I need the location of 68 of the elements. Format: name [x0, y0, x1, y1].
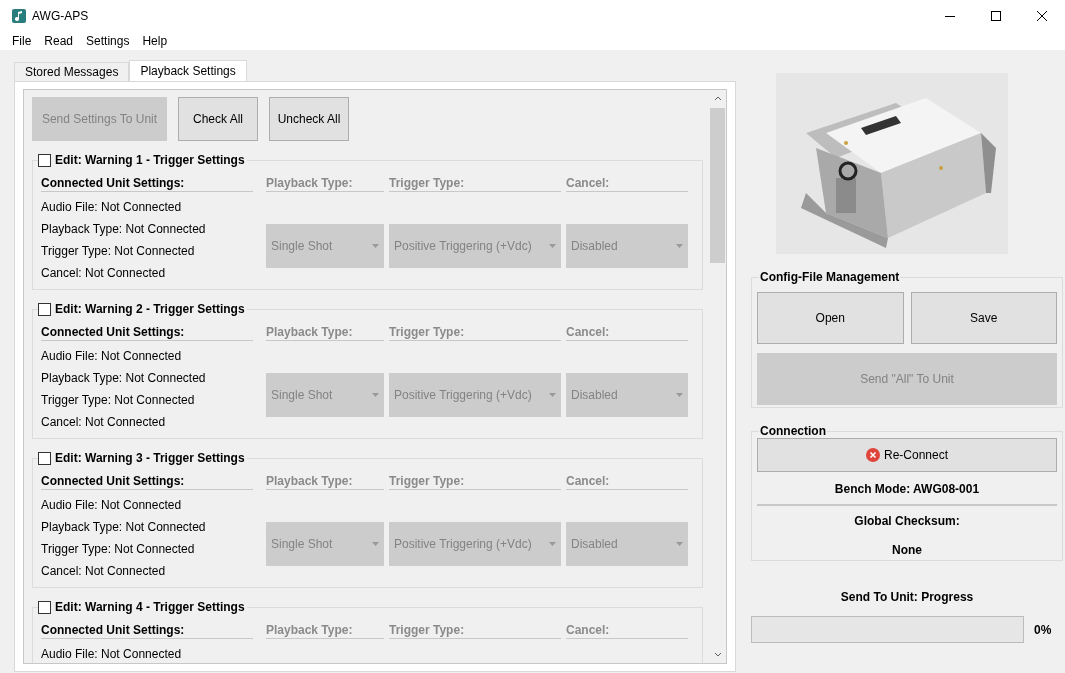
status-text: Cancel: Not Connected — [41, 265, 167, 281]
push-button[interactable]: Open — [757, 292, 904, 344]
section-heading: Connected Unit Settings: — [41, 621, 253, 639]
column-heading: Playback Type: — [266, 174, 384, 192]
section-heading: Connected Unit Settings: — [41, 472, 253, 490]
status-text: Trigger Type: Not Connected — [41, 392, 196, 408]
section-heading: Connected Unit Settings: — [41, 323, 253, 341]
status-text: Audio File: Not Connected — [41, 646, 183, 662]
group-title: Edit: Warning 1 - Trigger Settings — [55, 152, 245, 169]
group-title: Edit: Warning 3 - Trigger Settings — [55, 450, 245, 467]
caret-icon — [676, 393, 683, 397]
checkbox[interactable] — [38, 153, 51, 167]
scroll-thumb[interactable] — [710, 108, 725, 263]
column-heading: Trigger Type: — [389, 621, 561, 639]
group-title: Edit: Warning 4 - Trigger Settings — [55, 599, 245, 616]
reconnect-button[interactable]: Re-Connect — [757, 438, 1057, 472]
caret-icon — [676, 244, 683, 248]
menu-item[interactable]: Help — [142, 31, 168, 50]
status-text: Audio File: Not Connected — [41, 348, 183, 364]
checkbox[interactable] — [38, 600, 51, 614]
app-icon — [12, 9, 26, 23]
status-text: Playback Type: Not Connected — [41, 519, 207, 535]
column-heading: Playback Type: — [266, 621, 384, 639]
tab[interactable]: Stored Messages — [14, 62, 130, 81]
status-text: Playback Type: Not Connected — [41, 370, 207, 386]
caret-icon — [549, 244, 556, 248]
group-title: Edit: Warning 2 - Trigger Settings — [55, 301, 245, 318]
menu-item[interactable]: Read — [44, 31, 74, 50]
column-heading: Trigger Type: — [389, 323, 561, 341]
window-title: AWG-APS — [32, 8, 89, 25]
column-heading: Trigger Type: — [389, 174, 561, 192]
checkbox[interactable] — [38, 302, 51, 316]
menu-item[interactable]: Settings — [86, 31, 130, 50]
push-button[interactable]: Check All — [178, 97, 258, 141]
error-icon — [866, 448, 880, 462]
progress-label: Send To Unit: Progress — [839, 589, 975, 606]
column-heading: Trigger Type: — [389, 472, 561, 490]
checksum-label: Global Checksum: — [853, 513, 961, 530]
tab[interactable]: Playback Settings — [129, 60, 247, 81]
status-text: Audio File: Not Connected — [41, 199, 183, 215]
column-heading: Cancel: — [566, 174, 688, 192]
column-heading: Playback Type: — [266, 323, 384, 341]
status-text: Cancel: Not Connected — [41, 414, 167, 430]
status-text: Audio File: Not Connected — [41, 497, 183, 513]
push-button[interactable]: Uncheck All — [269, 97, 349, 141]
caret-icon — [372, 542, 379, 546]
push-button[interactable]: Save — [910, 292, 1057, 344]
column-heading: Cancel: — [566, 472, 688, 490]
status-text: Playback Type: Not Connected — [41, 221, 207, 237]
caret-icon — [676, 542, 683, 546]
caret-icon — [549, 393, 556, 397]
column-heading: Cancel: — [566, 621, 688, 639]
status-text: Trigger Type: Not Connected — [41, 243, 196, 259]
menu-item[interactable]: File — [12, 31, 32, 50]
group-title: Connection — [759, 424, 827, 438]
column-heading: Cancel: — [566, 323, 688, 341]
checksum-value: None — [891, 542, 923, 559]
section-heading: Connected Unit Settings: — [41, 174, 253, 192]
group-title: Config-File Management — [759, 270, 901, 284]
caret-icon — [549, 542, 556, 546]
checkbox[interactable] — [38, 451, 51, 465]
status-text: Cancel: Not Connected — [41, 563, 167, 579]
caret-icon — [372, 244, 379, 248]
caret-icon — [372, 393, 379, 397]
progress-percent: 0% — [1034, 621, 1052, 639]
bench-mode-text: Bench Mode: AWG08-001 — [833, 481, 981, 498]
column-heading: Playback Type: — [266, 472, 384, 490]
status-text: Trigger Type: Not Connected — [41, 541, 196, 557]
